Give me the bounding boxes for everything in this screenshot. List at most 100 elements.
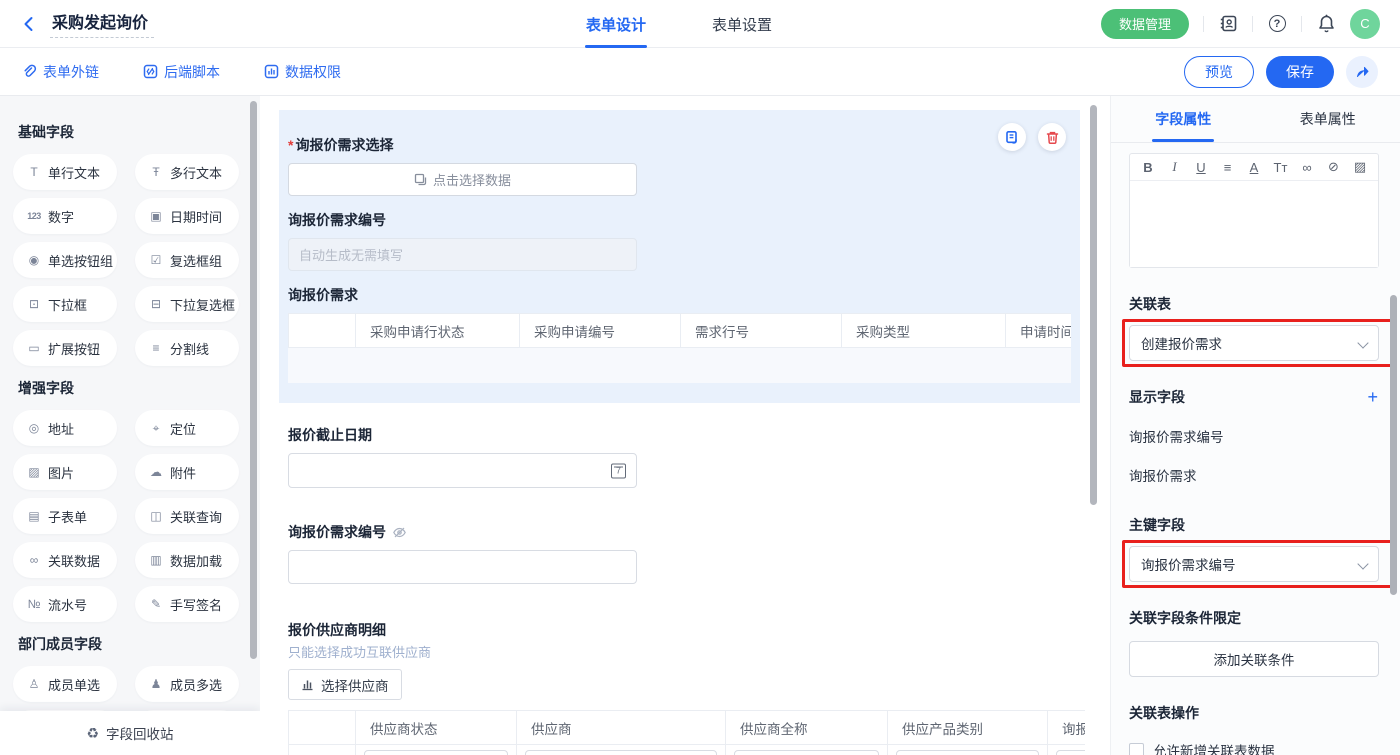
link-icon[interactable]: ∞ bbox=[1297, 160, 1317, 175]
palette-item[interactable]: ▨图片 bbox=[13, 454, 117, 490]
unlink-icon[interactable]: ⊘ bbox=[1324, 159, 1344, 175]
palette-item[interactable]: ⊟下拉复选框 bbox=[135, 286, 239, 322]
supplier-cell-input[interactable] bbox=[734, 750, 879, 755]
field-recycle-bin-button[interactable]: ♻ 字段回收站 bbox=[0, 711, 260, 755]
image-icon: ▨ bbox=[26, 465, 42, 479]
add-display-field-button[interactable]: + bbox=[1367, 388, 1378, 406]
primary-key-select[interactable]: 询报价需求编号 bbox=[1129, 546, 1379, 582]
add-condition-button[interactable]: 添加关联条件 bbox=[1129, 641, 1379, 677]
number-icon: 123 bbox=[26, 211, 42, 221]
bold-icon[interactable]: B bbox=[1138, 160, 1158, 175]
richtext-toolbar: BIU ≡ A Tᴛ ∞ ⊘ ▨ bbox=[1130, 154, 1378, 181]
supplier-cell-input[interactable] bbox=[1056, 750, 1085, 755]
supplier-cell-input[interactable] bbox=[896, 750, 1039, 755]
richtext-input[interactable] bbox=[1130, 181, 1378, 267]
tab-field-properties[interactable]: 字段属性 bbox=[1111, 96, 1256, 142]
properties-scrollbar[interactable] bbox=[1390, 295, 1397, 595]
save-button[interactable]: 保存 bbox=[1266, 56, 1334, 88]
data-manage-button[interactable]: 数据管理 bbox=[1101, 9, 1189, 39]
align-icon[interactable]: ≡ bbox=[1218, 160, 1238, 175]
palette-item-label: 定位 bbox=[170, 419, 196, 438]
deadline-field[interactable]: 报价截止日期 7 bbox=[288, 425, 1080, 488]
table-ops-label: 关联表操作 bbox=[1129, 703, 1378, 723]
code-field-label-text: 询报价需求编号 bbox=[288, 522, 386, 542]
selected-field-block[interactable]: * 询报价需求选择 点击选择数据 询报价需求编号 自动生成无需填写 询报价需求 … bbox=[279, 110, 1080, 403]
palette-item[interactable]: T单行文本 bbox=[13, 154, 117, 190]
palette-item[interactable]: ♟成员多选 bbox=[135, 666, 239, 702]
related-table-field: 创建报价需求 bbox=[1129, 325, 1378, 361]
palette-item[interactable]: ▥数据加载 bbox=[135, 542, 239, 578]
choose-supplier-button[interactable]: 选择供应商 bbox=[288, 669, 402, 700]
palette-item[interactable]: ◎地址 bbox=[13, 410, 117, 446]
palette-item[interactable]: ≡分割线 bbox=[135, 330, 239, 366]
delete-field-button[interactable] bbox=[1038, 123, 1066, 151]
choose-supplier-label: 选择供应商 bbox=[321, 675, 389, 695]
palette-item[interactable]: ✎手写签名 bbox=[135, 586, 239, 622]
supplier-cell-input[interactable] bbox=[525, 750, 717, 755]
data-permission-button[interactable]: 数据权限 bbox=[264, 62, 341, 82]
palette-item[interactable]: ◉单选按钮组 bbox=[13, 242, 117, 278]
related-table-value: 创建报价需求 bbox=[1141, 333, 1222, 353]
underline-icon[interactable]: U bbox=[1191, 160, 1211, 175]
header-tabs: 表单设计 表单设置 bbox=[586, 0, 772, 48]
palette-item-label: 分割线 bbox=[170, 339, 209, 358]
backend-script-icon bbox=[143, 64, 158, 79]
palette-item[interactable]: ▤ 子表单 bbox=[13, 498, 117, 534]
palette-item-label: 附件 bbox=[170, 463, 196, 482]
duplicate-field-button[interactable] bbox=[998, 123, 1026, 151]
display-field-item[interactable]: 询报价需求编号 bbox=[1129, 426, 1378, 446]
palette-item-label: 子表单 bbox=[48, 507, 87, 526]
palette-item[interactable]: ▭扩展按钮 bbox=[13, 330, 117, 366]
palette-item[interactable]: ☑复选框组 bbox=[135, 242, 239, 278]
address-book-button[interactable] bbox=[1218, 14, 1238, 34]
form-external-link-button[interactable]: 表单外链 bbox=[22, 62, 99, 82]
code-input[interactable] bbox=[288, 550, 637, 584]
trash-icon bbox=[1045, 130, 1060, 145]
related-table-select[interactable]: 创建报价需求 bbox=[1129, 325, 1379, 361]
palette-item-label: 成员单选 bbox=[48, 675, 100, 694]
user-avatar[interactable]: C bbox=[1350, 9, 1380, 39]
code-field[interactable]: 询报价需求编号 bbox=[288, 522, 1080, 584]
palette-item[interactable]: №流水号 bbox=[13, 586, 117, 622]
backend-script-button[interactable]: 后端脚本 bbox=[143, 62, 220, 82]
italic-icon[interactable]: I bbox=[1165, 159, 1185, 175]
select-data-button[interactable]: 点击选择数据 bbox=[288, 163, 637, 196]
linked-table-column-header: 采购申请编号 bbox=[520, 314, 681, 347]
canvas-scrollbar[interactable] bbox=[1090, 105, 1097, 505]
palette-item[interactable]: ⌖定位 bbox=[135, 410, 239, 446]
palette-item[interactable]: ▣日期时间 bbox=[135, 198, 239, 234]
tab-form-settings[interactable]: 表单设置 bbox=[712, 0, 772, 48]
form-title[interactable]: 采购发起询价 bbox=[50, 9, 154, 38]
insert-image-icon[interactable]: ▨ bbox=[1350, 159, 1370, 175]
help-icon: ? bbox=[1269, 15, 1286, 32]
auto-code-input[interactable]: 自动生成无需填写 bbox=[288, 238, 637, 271]
palette-item[interactable]: ∞关联数据 bbox=[13, 542, 117, 578]
toolbar-link-label: 数据权限 bbox=[285, 62, 341, 82]
supplier-cell-input[interactable] bbox=[364, 750, 508, 755]
allow-add-checkbox[interactable] bbox=[1129, 743, 1144, 755]
tab-form-design[interactable]: 表单设计 bbox=[586, 0, 646, 48]
share-button[interactable] bbox=[1346, 56, 1378, 88]
help-button[interactable]: ? bbox=[1267, 14, 1287, 34]
form-canvas: * 询报价需求选择 点击选择数据 询报价需求编号 自动生成无需填写 询报价需求 … bbox=[260, 96, 1110, 755]
subform-icon: ▤ bbox=[26, 509, 42, 523]
font-size-icon[interactable]: Tᴛ bbox=[1271, 160, 1291, 175]
palette-item[interactable]: Ŧ多行文本 bbox=[135, 154, 239, 190]
palette-item[interactable]: 123数字 bbox=[13, 198, 117, 234]
display-field-item[interactable]: 询报价需求 bbox=[1129, 465, 1378, 485]
single-line-text-icon: T bbox=[26, 165, 42, 179]
divider bbox=[1203, 16, 1204, 32]
sidebar-scrollbar[interactable] bbox=[250, 101, 257, 659]
supplier-subform[interactable]: 报价供应商明细 只能选择成功互联供应商 选择供应商 供应商状态供应商供应商全称供… bbox=[288, 620, 1080, 755]
tab-form-properties[interactable]: 表单属性 bbox=[1256, 96, 1400, 142]
palette-item[interactable]: ☁附件 bbox=[135, 454, 239, 490]
palette-item[interactable]: ⊡下拉框 bbox=[13, 286, 117, 322]
back-button[interactable] bbox=[20, 15, 38, 33]
font-color-icon[interactable]: A bbox=[1244, 160, 1264, 175]
palette-item[interactable]: ◫关联查询 bbox=[135, 498, 239, 534]
notification-button[interactable] bbox=[1316, 14, 1336, 34]
palette-item[interactable]: ♙成员单选 bbox=[13, 666, 117, 702]
divider bbox=[1252, 16, 1253, 32]
deadline-date-input[interactable]: 7 bbox=[288, 453, 637, 488]
preview-button[interactable]: 预览 bbox=[1184, 56, 1254, 88]
